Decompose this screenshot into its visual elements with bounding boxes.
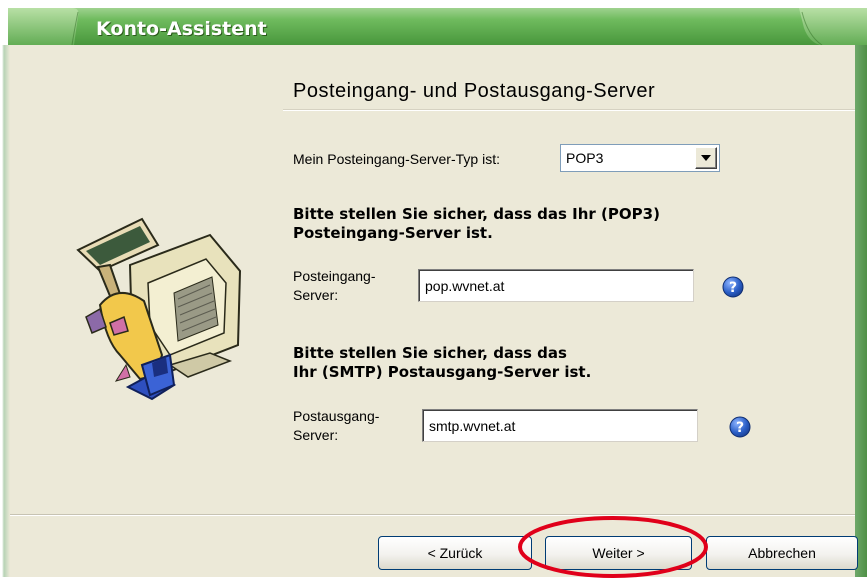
page-title: Posteingang- und Postausgang-Server [293, 80, 656, 102]
footer-divider [10, 514, 855, 516]
heading-divider [283, 109, 855, 111]
account-wizard-window: Konto-Assistent Posteingang- und Postaus… [0, 0, 867, 578]
dropdown-button[interactable] [695, 147, 717, 169]
outgoing-note-line1: Bitte stellen Sie sicher, dass das [293, 344, 567, 362]
server-type-select[interactable]: POP3 [560, 144, 720, 172]
svg-text:?: ? [729, 280, 737, 296]
help-icon[interactable]: ? [729, 416, 751, 438]
chevron-down-icon [701, 155, 711, 161]
incoming-server-label-line2: Server: [293, 287, 339, 303]
cancel-button[interactable]: Abbrechen [706, 536, 858, 570]
incoming-note-line2: Posteingang-Server ist. [293, 224, 493, 242]
back-button[interactable]: < Zurück [378, 536, 532, 570]
incoming-note-line1: Bitte stellen Sie sicher, dass das Ihr (… [293, 205, 660, 223]
window-frame-left [0, 45, 10, 577]
help-icon[interactable]: ? [722, 276, 744, 298]
server-type-label: Mein Posteingang-Server-Typ ist: [293, 151, 500, 167]
window-title: Konto-Assistent [96, 18, 267, 40]
server-type-value: POP3 [566, 150, 604, 166]
incoming-server-label-line1: Posteingang- [293, 268, 376, 284]
outgoing-server-input[interactable] [422, 409, 698, 442]
window-frame-right [855, 45, 867, 577]
mail-computer-illustration [76, 217, 242, 401]
svg-text:?: ? [736, 420, 744, 436]
outgoing-server-label-line2: Server: [293, 427, 339, 443]
incoming-server-input[interactable] [418, 269, 694, 302]
outgoing-server-label-line1: Postausgang- [293, 408, 380, 424]
next-button[interactable]: Weiter > [545, 536, 692, 570]
outgoing-note-line2: Ihr (SMTP) Postausgang-Server ist. [293, 363, 592, 381]
